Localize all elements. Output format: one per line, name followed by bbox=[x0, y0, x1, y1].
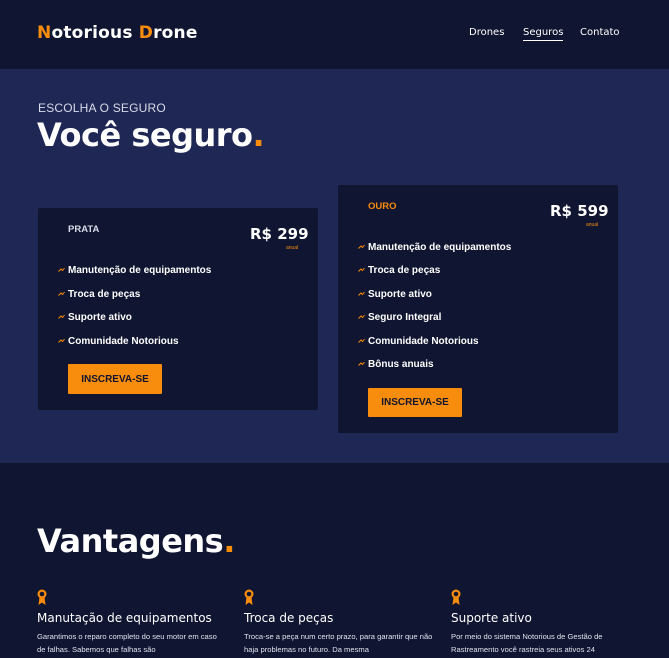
title-dot: . bbox=[252, 116, 265, 154]
plan-feature-label: Manutenção de equipamentos bbox=[68, 265, 212, 276]
advantage-title: Troca de peças bbox=[244, 611, 334, 625]
plan-feature-label: Suporte ativo bbox=[68, 312, 132, 323]
advantages-title-text: Vantagens bbox=[37, 522, 224, 560]
site-header: Notorious Drone Drones Seguros Contato bbox=[0, 0, 669, 69]
feature-check-icon bbox=[358, 361, 365, 366]
plan-feature-label: Seguro Integral bbox=[368, 312, 442, 323]
page-title-text: Você seguro bbox=[37, 116, 253, 154]
advantage-text: Troca-se a peça num certo prazo, para ga… bbox=[244, 632, 433, 654]
plan-feature-label: Bônus anuais bbox=[368, 359, 434, 370]
feature-check-icon bbox=[358, 291, 365, 296]
brand-word-2: rone bbox=[153, 23, 198, 43]
plan-feature: Troca de peças bbox=[358, 265, 440, 276]
feature-check-icon bbox=[358, 267, 365, 272]
plan-feature: Suporte ativo bbox=[58, 312, 132, 323]
brand-logo[interactable]: Notorious Drone bbox=[37, 23, 198, 43]
plan-feature: Comunidade Notorious bbox=[58, 336, 179, 347]
feature-check-icon bbox=[358, 244, 365, 249]
plan-feature-label: Manutenção de equipamentos bbox=[368, 242, 512, 253]
plan-feature-label: Troca de peças bbox=[68, 289, 141, 300]
plan-name: OURO bbox=[368, 201, 397, 212]
plan-period: anual bbox=[286, 245, 299, 251]
brand-initial-n: N bbox=[37, 23, 52, 43]
feature-check-icon bbox=[58, 314, 65, 319]
plan-period: anual bbox=[586, 222, 599, 228]
feature-check-icon bbox=[358, 314, 365, 319]
plan-feature: Manutenção de equipamentos bbox=[358, 242, 511, 253]
feature-check-icon bbox=[358, 338, 365, 343]
page-title: Você seguro. bbox=[37, 116, 265, 154]
feature-check-icon bbox=[58, 267, 65, 272]
plan-feature: Suporte ativo bbox=[358, 289, 432, 300]
plan-feature: Comunidade Notorious bbox=[358, 336, 479, 347]
nav-link-drones[interactable]: Drones bbox=[469, 27, 504, 38]
plan-feature: Bônus anuais bbox=[358, 359, 434, 370]
plan-feature: Manutenção de equipamentos bbox=[58, 265, 211, 276]
subscribe-button-ouro[interactable]: INSCREVA-SE bbox=[368, 388, 462, 417]
plan-feature-label: Comunidade Notorious bbox=[68, 336, 179, 347]
plan-name: PRATA bbox=[68, 224, 100, 235]
plan-feature: Seguro Integral bbox=[358, 312, 441, 323]
feature-check-icon bbox=[58, 338, 65, 343]
advantages-title: Vantagens. bbox=[37, 522, 235, 560]
nav-link-seguros[interactable]: Seguros bbox=[523, 27, 564, 41]
advantage-title: Suporte ativo bbox=[451, 611, 532, 625]
feature-check-icon bbox=[58, 291, 65, 296]
advantage-title: Manutação de equipamentos bbox=[37, 611, 212, 625]
title-dot: . bbox=[223, 522, 235, 560]
plan-feature: Troca de peças bbox=[58, 289, 140, 300]
award-medal-icon bbox=[37, 589, 47, 605]
plan-feature-label: Troca de peças bbox=[368, 265, 441, 276]
brand-word-1: otorious bbox=[51, 23, 139, 43]
nav-link-contato[interactable]: Contato bbox=[580, 27, 620, 38]
advantage-text: Garantimos o reparo completo do seu moto… bbox=[37, 632, 217, 654]
brand-initial-d: D bbox=[138, 23, 154, 43]
plan-feature-label: Suporte ativo bbox=[368, 289, 432, 300]
plan-price: R$ 299 bbox=[250, 225, 309, 243]
plan-price: R$ 599 bbox=[550, 202, 609, 220]
advantage-text: Por meio do sistema Notorious de Gestão … bbox=[451, 632, 603, 654]
award-medal-icon bbox=[451, 589, 461, 605]
award-medal-icon bbox=[244, 589, 254, 605]
plan-feature-label: Comunidade Notorious bbox=[368, 336, 479, 347]
subscribe-button-prata[interactable]: INSCREVA-SE bbox=[68, 364, 162, 394]
section-eyebrow: ESCOLHA O SEGURO bbox=[38, 101, 166, 115]
